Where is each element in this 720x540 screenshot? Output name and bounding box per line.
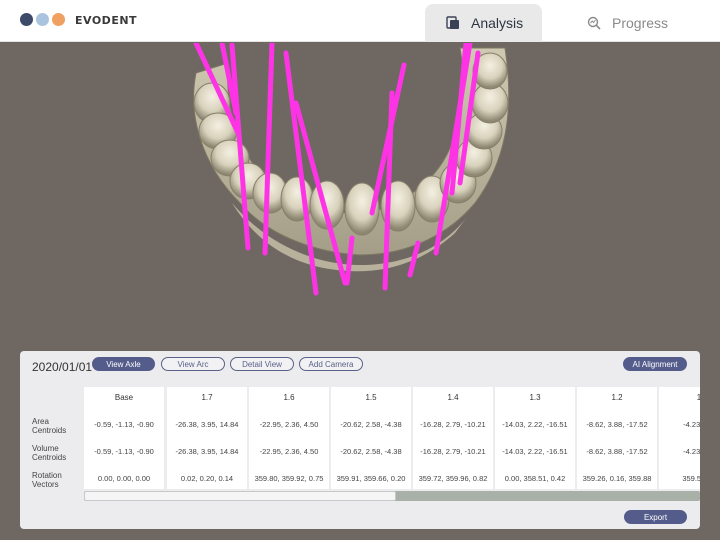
area-centroid-value: -26.38, 3.95, 14.84 [175, 420, 239, 429]
column-header: 1 [696, 393, 700, 402]
volume-centroid-value: -26.38, 3.95, 14.84 [175, 447, 239, 456]
rotation-vector-value: 359.26, 0.16, 359.88 [582, 474, 652, 483]
table-column: Base -0.59, -1.13, -0.90 -0.59, -1.13, -… [84, 387, 164, 489]
area-centroid-value: -14.03, 2.22, -16.51 [502, 420, 568, 429]
view-arc-button[interactable]: View Arc [161, 357, 225, 371]
scan-date: 2020/01/01 [32, 360, 93, 374]
detail-view-button[interactable]: Detail View [230, 357, 294, 371]
table-column: 1.7 -26.38, 3.95, 14.84 -26.38, 3.95, 14… [167, 387, 247, 489]
app-header: EVODENT Analysis Progress [0, 0, 720, 42]
row-header-volume: Volume Centroids [32, 444, 67, 462]
table-column: 1.2 -8.62, 3.88, -17.52 -8.62, 3.88, -17… [577, 387, 657, 489]
column-header: 1.4 [447, 393, 459, 402]
rotation-vector-value: 0.02, 0.20, 0.14 [180, 474, 234, 483]
area-centroid-value: -16.28, 2.79, -10.21 [420, 420, 486, 429]
logo-heart-icon [36, 13, 49, 26]
row-header-rotation: Rotation Vectors [32, 471, 62, 489]
rotation-vector-value: 0.00, 358.51, 0.42 [504, 474, 566, 483]
area-centroid-value: -8.62, 3.88, -17.52 [586, 420, 648, 429]
rotation-vector-value: 359.91, 359.66, 0.20 [336, 474, 406, 483]
area-centroid-value: -22.95, 2.36, 4.50 [259, 420, 319, 429]
centroid-table: Area Centroids Volume Centroids Rotation… [20, 387, 700, 495]
analysis-panel: 2020/01/01 View Axle View Arc Detail Vie… [20, 351, 700, 529]
column-header: 1.7 [201, 393, 213, 402]
area-centroid-value: -20.62, 2.58, -4.38 [340, 420, 402, 429]
table-column: 1.3 -14.03, 2.22, -16.51 -14.03, 2.22, -… [495, 387, 575, 489]
app-logo [20, 13, 65, 26]
volume-centroid-value: -22.95, 2.36, 4.50 [259, 447, 319, 456]
ai-alignment-button[interactable]: AI Alignment [623, 357, 687, 371]
area-centroid-value: -4.23, 4.1 [683, 420, 700, 429]
table-column: 1.6 -22.95, 2.36, 4.50 -22.95, 2.36, 4.5… [249, 387, 329, 489]
area-centroid-value: -0.59, -1.13, -0.90 [94, 420, 154, 429]
scrollbar-thumb[interactable] [84, 491, 396, 501]
volume-centroid-value: -14.03, 2.22, -16.51 [502, 447, 568, 456]
table-column: 1 -4.23, 4.1 -4.23, 4.1 359.51, 0. [659, 387, 700, 489]
export-button[interactable]: Export [624, 510, 687, 524]
volume-centroid-value: -20.62, 2.58, -4.38 [340, 447, 402, 456]
column-header: 1.6 [283, 393, 295, 402]
tab-progress-label: Progress [612, 15, 669, 31]
tab-analysis-label: Analysis [471, 15, 524, 31]
column-header: 1.2 [611, 393, 623, 402]
volume-centroid-value: -16.28, 2.79, -10.21 [420, 447, 486, 456]
add-camera-button[interactable]: Add Camera [299, 357, 363, 371]
dental-3d-viewport[interactable] [0, 43, 720, 353]
column-header: 1.3 [529, 393, 541, 402]
tab-progress[interactable]: Progress [566, 4, 686, 42]
logo-circle-orange [52, 13, 65, 26]
analysis-icon [446, 16, 459, 29]
table-column: 1.5 -20.62, 2.58, -4.38 -20.62, 2.58, -4… [331, 387, 411, 489]
column-header: Base [114, 393, 134, 402]
rotation-vector-value: 359.51, 0. [682, 474, 700, 483]
dental-arch-model[interactable] [0, 43, 720, 353]
brand-name: EVODENT [75, 14, 138, 27]
logo-circle-dark [20, 13, 33, 26]
volume-centroid-value: -4.23, 4.1 [683, 447, 700, 456]
column-header: 1.5 [365, 393, 377, 402]
volume-centroid-value: -8.62, 3.88, -17.52 [586, 447, 648, 456]
view-axle-button[interactable]: View Axle [92, 357, 155, 371]
rotation-vector-value: 0.00, 0.00, 0.00 [97, 474, 151, 483]
table-column: 1.4 -16.28, 2.79, -10.21 -16.28, 2.79, -… [413, 387, 493, 489]
table-horizontal-scrollbar[interactable] [84, 491, 700, 501]
tab-analysis[interactable]: Analysis [425, 4, 542, 42]
progress-icon [587, 16, 601, 30]
rotation-vector-value: 359.72, 359.96, 0.82 [418, 474, 488, 483]
rotation-vector-value: 359.80, 359.92, 0.75 [254, 474, 324, 483]
row-header-area: Area Centroids [32, 417, 67, 435]
volume-centroid-value: -0.59, -1.13, -0.90 [94, 447, 154, 456]
